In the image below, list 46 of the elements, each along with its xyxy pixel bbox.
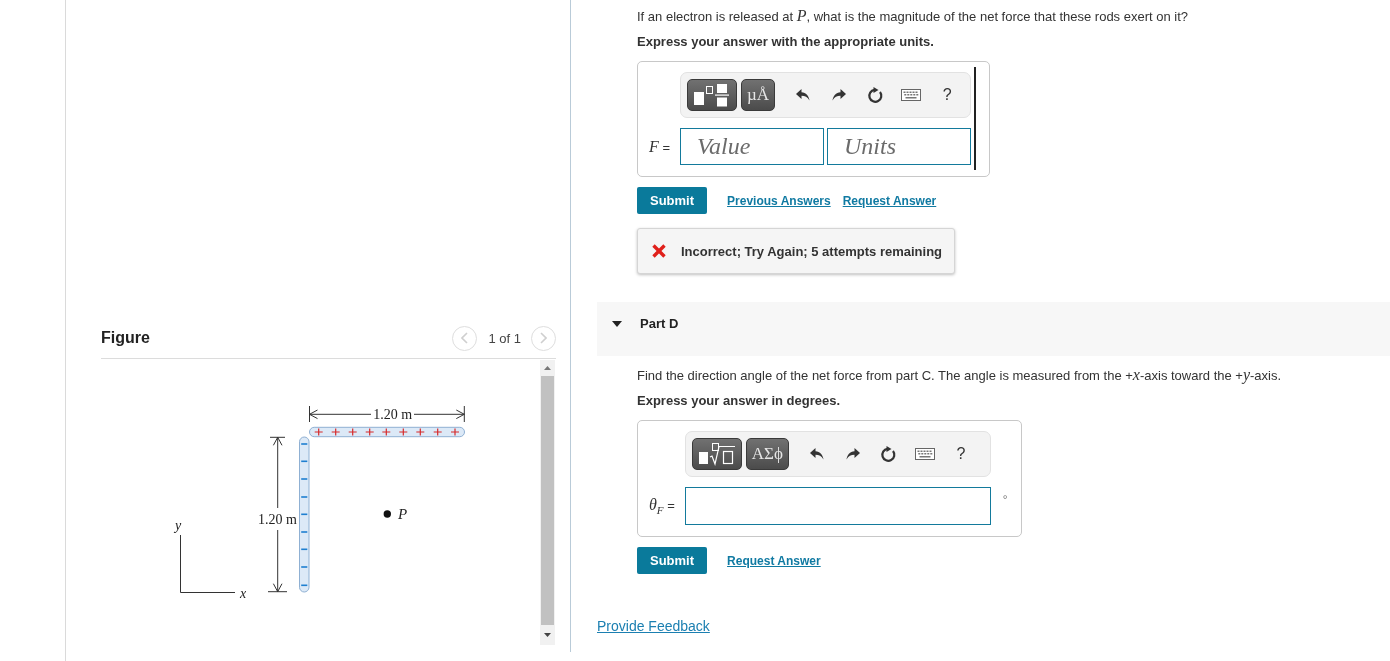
x-axis-label: x xyxy=(239,586,247,601)
radical-template-icon xyxy=(697,442,736,466)
symbols-button[interactable]: µÅ xyxy=(741,79,776,111)
part-header[interactable]: Part D xyxy=(597,302,1390,356)
variable-label: F = xyxy=(649,138,670,155)
answer-link[interactable]: Request Answer xyxy=(727,553,821,568)
question-text: If an electron is released at P, what is the magnitude of the net force that these rods exert on it? xyxy=(637,8,1190,26)
scroll-up-arrow-icon[interactable] xyxy=(544,366,551,370)
scrollbar-thumb[interactable] xyxy=(541,376,554,625)
y-axis-label: y xyxy=(174,518,182,533)
chevron-right-icon xyxy=(540,332,547,344)
point-label: P xyxy=(398,506,408,522)
width-label: 1.20 m xyxy=(373,407,413,422)
cross-mark-icon xyxy=(652,244,666,258)
point-marker xyxy=(383,510,391,518)
variable-label: θ$_{F}$ = xyxy=(649,496,675,516)
submit-button[interactable]: Submit xyxy=(637,547,708,574)
symbols-button[interactable]: ΑΣϕ xyxy=(745,438,789,470)
answer-link[interactable]: Previous Answers xyxy=(727,193,831,208)
help-button[interactable]: ? xyxy=(935,83,960,107)
answer-input[interactable] xyxy=(684,487,991,525)
instruction-text: Express your answer in degrees. xyxy=(637,392,842,410)
reset-icon xyxy=(866,86,884,104)
height-label: 1.20 m xyxy=(258,512,297,527)
coordinate-axes xyxy=(180,534,236,593)
feedback-text: Incorrect; Try Again; 5 attempts remaining xyxy=(681,243,943,259)
scroll-down-arrow-icon[interactable] xyxy=(544,633,551,637)
chevron-left-icon xyxy=(461,332,469,344)
unit-label: ° xyxy=(1002,493,1008,507)
keyboard-icon xyxy=(901,89,922,101)
question-text: Find the direction angle of the net force from part C. The angle is measured from the +x-axis toward the +y-axis. xyxy=(637,367,1283,385)
fraction-template-icon xyxy=(693,83,731,107)
help-button[interactable]: ? xyxy=(948,442,973,466)
submit-button[interactable]: Submit xyxy=(637,187,708,214)
answer-link[interactable]: Request Answer xyxy=(842,193,937,208)
reset-icon xyxy=(880,445,898,463)
value-input[interactable]: Value xyxy=(680,128,824,165)
page-counter: 1 of 1 xyxy=(488,330,521,346)
keyboard-icon xyxy=(914,448,935,460)
templates-button[interactable] xyxy=(687,79,737,111)
templates-button[interactable] xyxy=(691,438,742,470)
provide-feedback-link[interactable]: Provide Feedback xyxy=(597,618,710,634)
scrollbar[interactable] xyxy=(540,360,555,645)
units-input[interactable]: Units xyxy=(827,128,971,165)
figure-title: Figure xyxy=(101,329,151,347)
instruction-text: Express your answer with the appropriate units. xyxy=(637,33,935,51)
